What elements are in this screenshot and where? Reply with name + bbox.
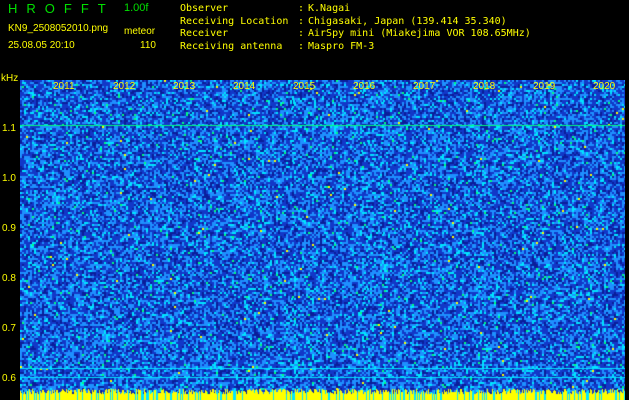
receiver-value: AirSpy mini (Miakejima VOR 108.65MHz) (308, 28, 531, 39)
x-tick-label: 2011 (53, 81, 75, 92)
location-value: Chigasaki, Japan (139.414 35.340) (308, 15, 507, 27)
observer-value: K.Nagai (308, 3, 351, 14)
spectrogram-plot (20, 80, 625, 400)
count-label: 110 (140, 40, 156, 51)
x-tick-label: 2013 (173, 81, 196, 92)
station-values: K.Nagai Chigasaki, Japan (139.414 35.340… (308, 3, 531, 53)
y-axis-ticks: 1.1 1.0 0.9 0.8 0.7 0.6 (0, 0, 20, 400)
x-tick-label: 2017 (413, 81, 436, 92)
mode-label: meteor (124, 26, 156, 37)
receiver-label: Receiver (180, 28, 229, 39)
antenna-label: Receiving antenna (180, 40, 283, 52)
x-tick-label: 2016 (353, 81, 376, 92)
y-tick-label: 0.9 (2, 223, 16, 234)
y-tick-label: 1.0 (2, 173, 16, 184)
x-tick-label: 2012 (113, 81, 136, 92)
observer-label: Observer (180, 3, 229, 14)
version-label: 1.00f (124, 2, 149, 14)
antenna-value: Maspro FM-3 (308, 40, 375, 52)
y-tick-label: 0.7 (2, 323, 16, 334)
y-tick-label: 0.8 (2, 273, 16, 284)
waterfall-canvas (20, 80, 625, 400)
y-tick-label: 0.6 (2, 373, 16, 384)
filename-label: KN9_2508052010.png (8, 23, 109, 34)
station-colons: :::: (298, 3, 305, 52)
x-tick-label: 2018 (473, 81, 496, 92)
hrofft-window: HROFFT 1.00f KN9_2508052010.png meteor 2… (0, 0, 629, 400)
station-labels: Observer Receiving Location Receiver Rec… (180, 3, 288, 53)
x-tick-label: 2019 (533, 81, 556, 92)
app-title: HROFFT (8, 1, 115, 16)
x-tick-label: 2015 (293, 81, 316, 92)
x-tick-label: 2014 (233, 81, 256, 92)
location-label: Receiving Location (180, 15, 289, 27)
x-tick-label: 2020 (593, 81, 616, 92)
y-tick-label: 1.1 (2, 123, 16, 134)
